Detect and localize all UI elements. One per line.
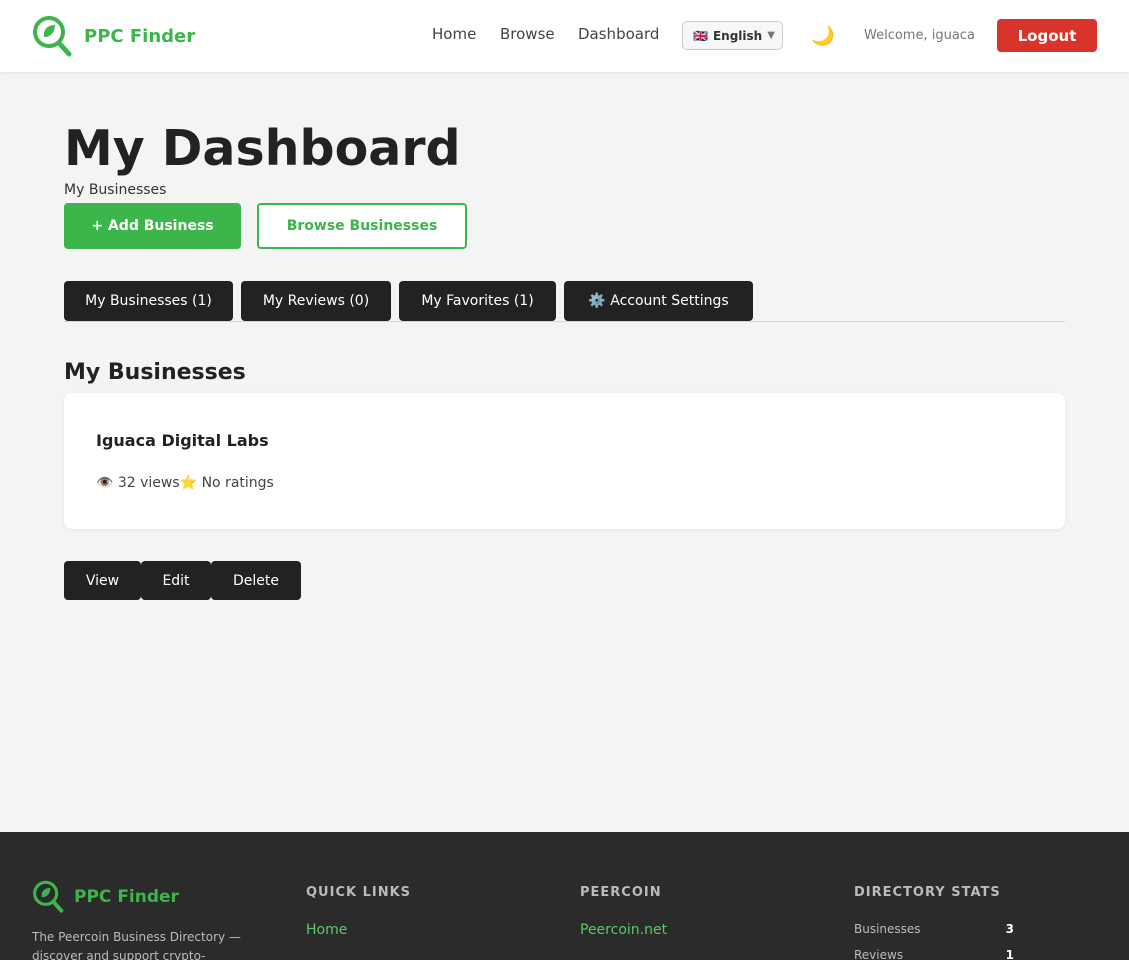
section-title: My Businesses [64, 360, 246, 385]
tab-account-settings[interactable]: ⚙️ Account Settings [564, 281, 753, 321]
welcome-text: Welcome, iguaca [864, 28, 975, 43]
brand-link[interactable]: PPC Finder [32, 15, 195, 57]
rating-status: ⭐ No ratings [179, 475, 274, 491]
chevron-down-icon: ▼ [767, 30, 775, 41]
site-header: PPC Finder Home Browse Dashboard 🇬🇧 Engl… [0, 0, 1129, 72]
business-card: Iguaca Digital Labs 👁️ 32 views ⭐ No rat… [64, 393, 1065, 529]
add-business-button[interactable]: + Add Business [64, 203, 241, 249]
delete-button[interactable]: Delete [211, 561, 301, 600]
stat-reviews: Reviews 1 [854, 948, 1014, 960]
business-meta: 👁️ 32 views ⭐ No ratings [96, 475, 274, 491]
page-subtitle: My Businesses [64, 182, 167, 198]
quick-links-heading: QUICK LINKS [306, 885, 412, 900]
nav-dashboard[interactable]: Dashboard [578, 25, 659, 43]
footer-brand[interactable]: PPC Finder [32, 880, 179, 913]
logout-button[interactable]: Logout [997, 19, 1097, 52]
footer-link-peercoin[interactable]: Peercoin.net [580, 922, 667, 938]
tab-my-reviews[interactable]: My Reviews (0) [241, 281, 391, 321]
view-button[interactable]: View [64, 561, 141, 600]
theme-toggle-moon-icon[interactable]: 🌙 [811, 24, 835, 47]
stat-label: Businesses [854, 922, 921, 936]
site-footer: PPC Finder The Peercoin Business Directo… [0, 832, 1129, 960]
page-title: My Dashboard [64, 120, 461, 177]
edit-button[interactable]: Edit [141, 561, 211, 600]
tab-my-favorites[interactable]: My Favorites (1) [399, 281, 556, 321]
footer-description: The Peercoin Business Directory — discov… [32, 930, 241, 960]
flag-icon: 🇬🇧 [693, 28, 708, 43]
nav-home[interactable]: Home [432, 25, 476, 43]
browse-businesses-button[interactable]: Browse Businesses [257, 203, 467, 249]
tabs-divider [64, 321, 1065, 322]
brand-name: PPC Finder [84, 25, 196, 47]
directory-stats-heading: DIRECTORY STATS [854, 885, 1001, 900]
views-count: 👁️ 32 views [96, 475, 180, 491]
footer-link-home[interactable]: Home [306, 922, 347, 938]
language-select[interactable]: 🇬🇧 English ▼ [682, 21, 783, 50]
footer-brand-name: PPC Finder [74, 886, 179, 907]
logo-icon [33, 880, 64, 913]
stat-businesses: Businesses 3 [854, 922, 1014, 936]
nav-browse[interactable]: Browse [500, 25, 555, 43]
business-name[interactable]: Iguaca Digital Labs [96, 431, 269, 450]
language-value: English [712, 28, 763, 43]
stat-label: Reviews [854, 948, 904, 960]
peercoin-heading: PEERCOIN [580, 885, 662, 900]
logo-icon [33, 16, 72, 57]
tab-my-businesses[interactable]: My Businesses (1) [64, 281, 233, 321]
stat-value: 3 [1005, 922, 1014, 936]
stat-value: 1 [1005, 948, 1014, 960]
